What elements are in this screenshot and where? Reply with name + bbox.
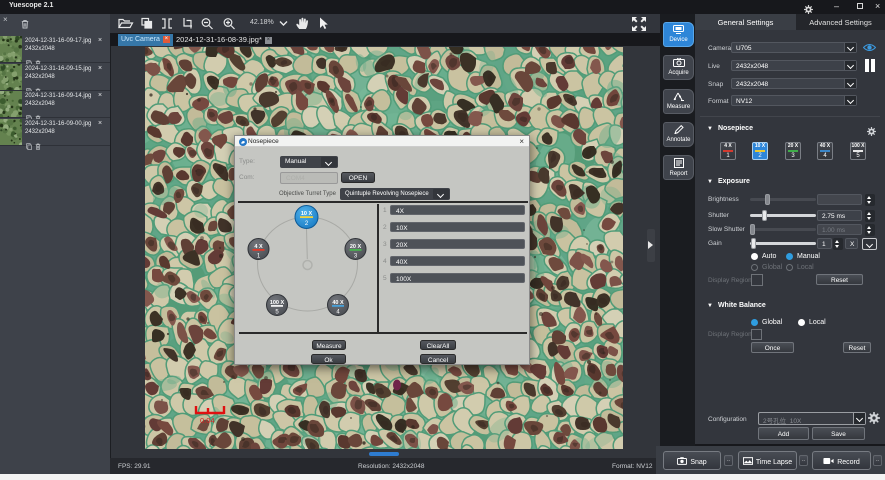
svg-text:0.04: 0.04 [200, 416, 215, 425]
svg-text:10 X: 10 X [301, 211, 313, 217]
